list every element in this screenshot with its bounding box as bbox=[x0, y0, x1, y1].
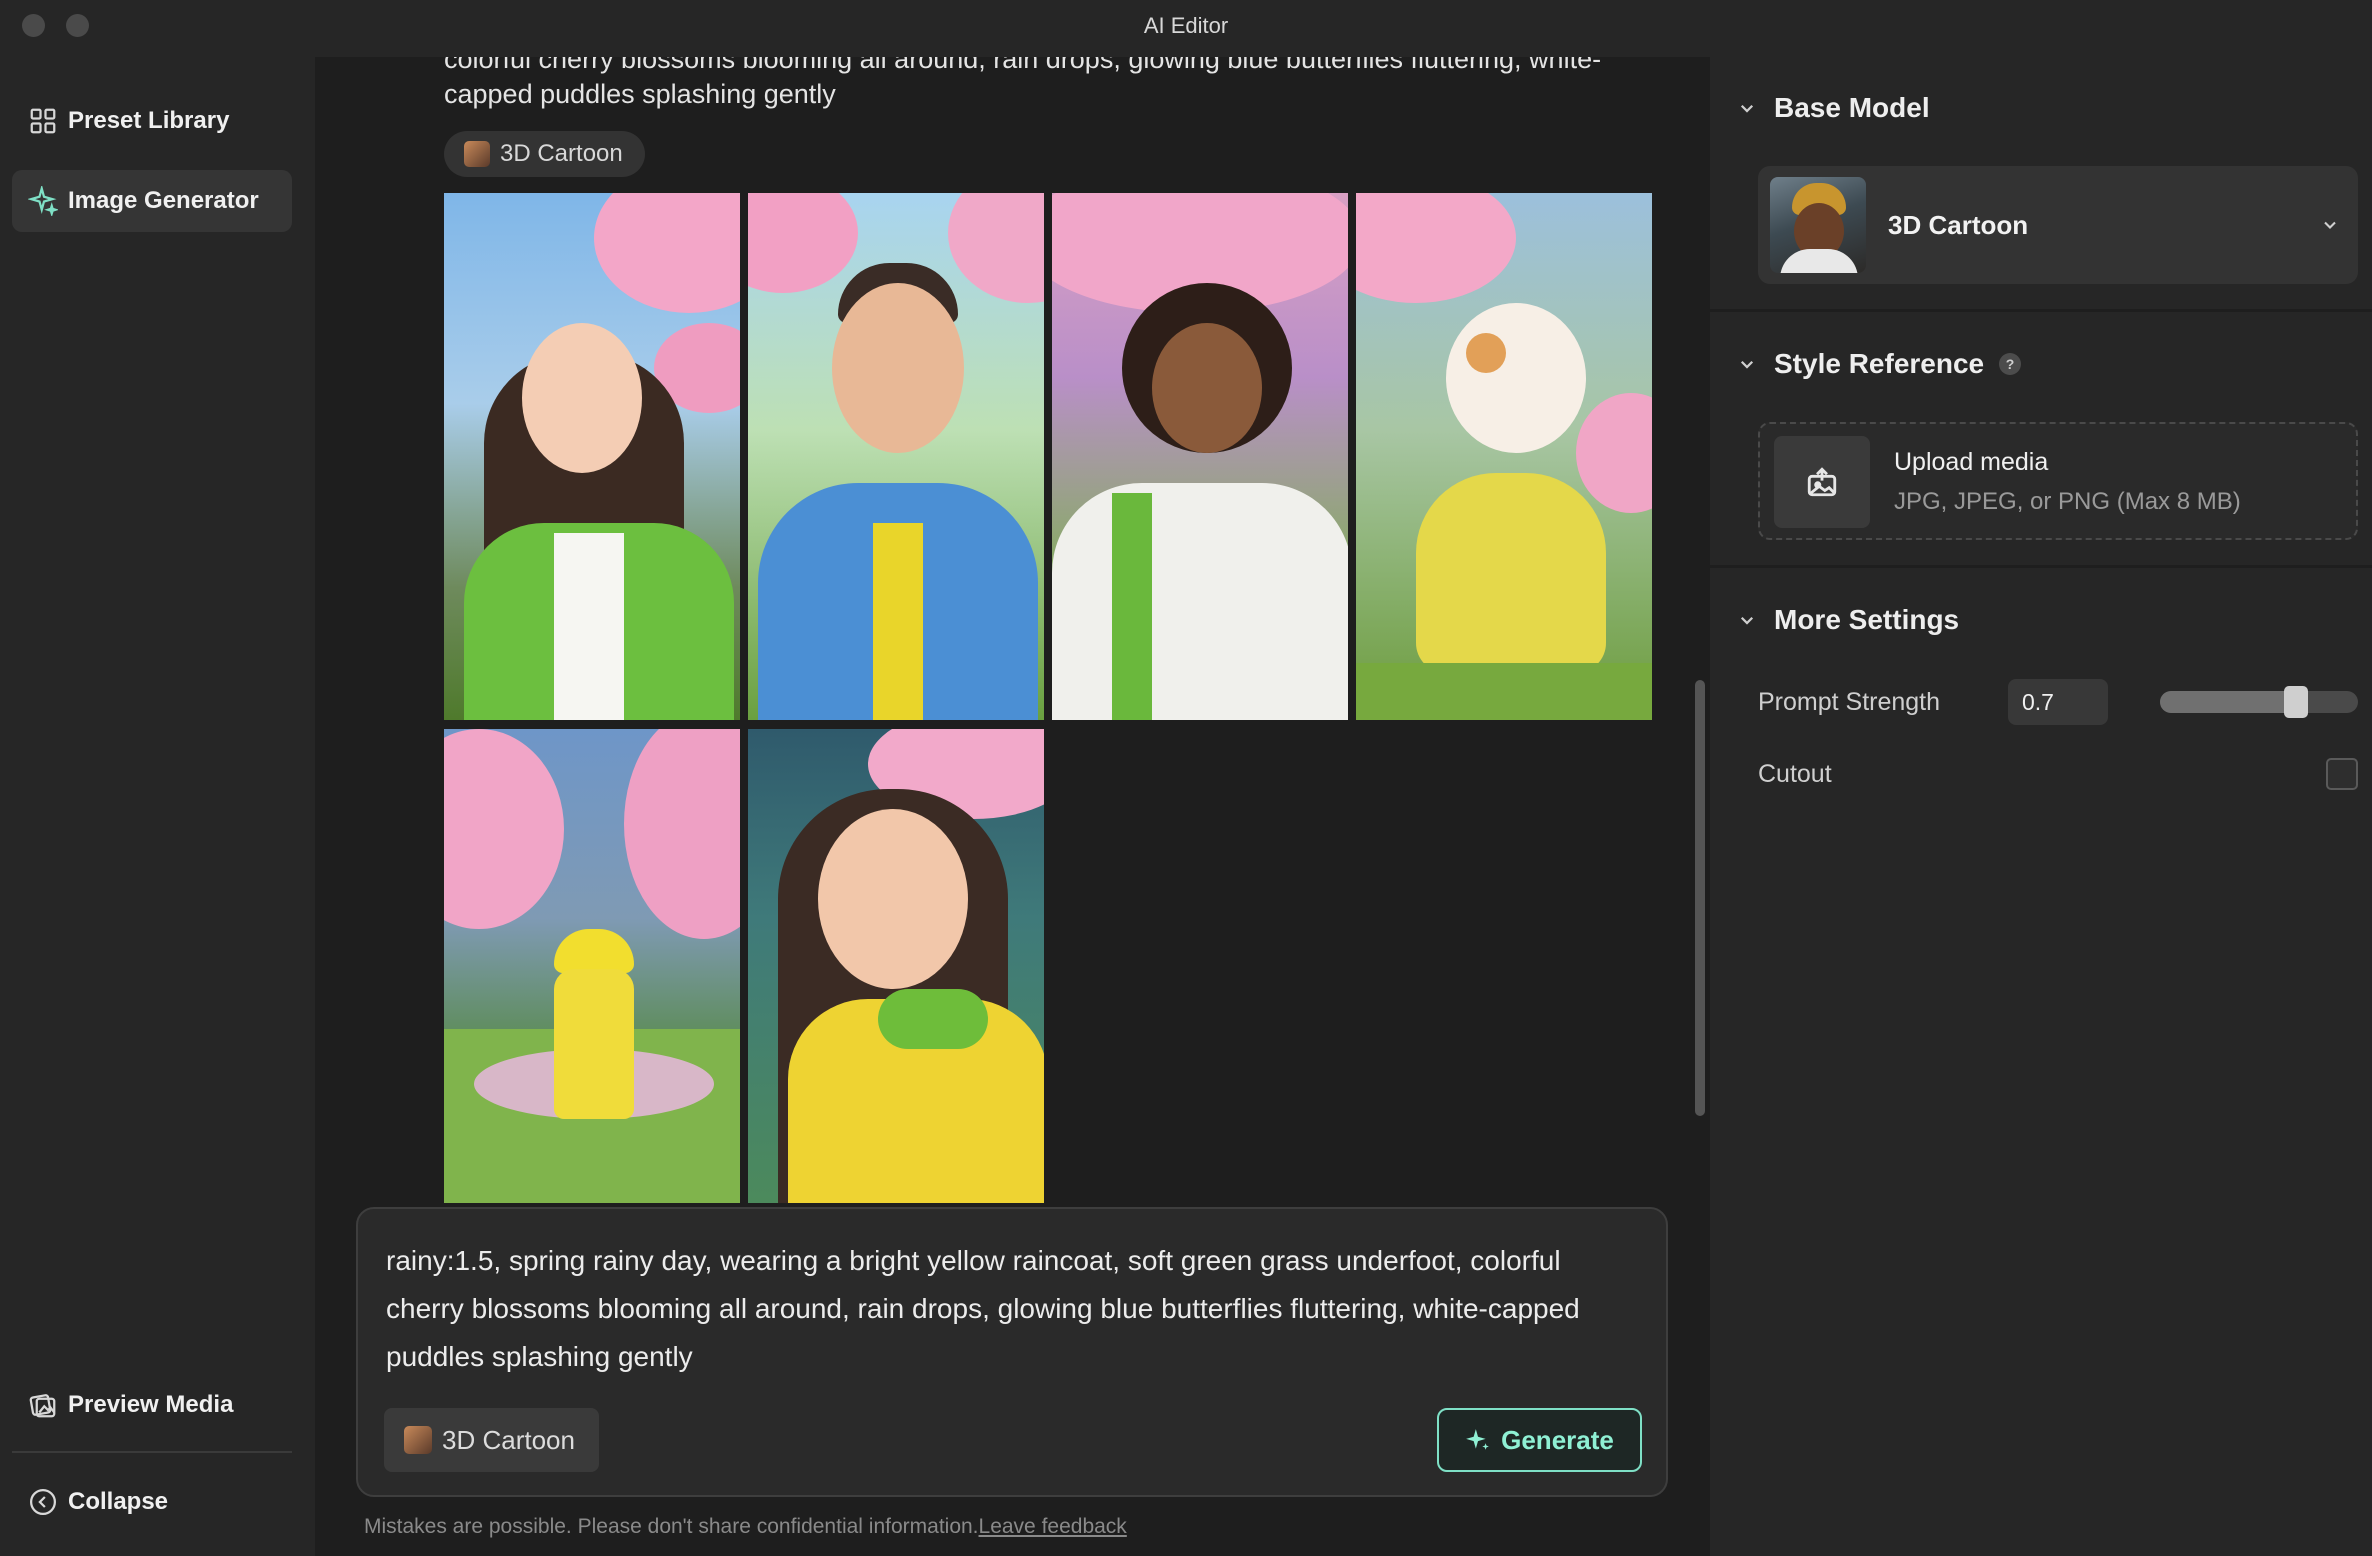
upload-media-dropzone[interactable]: Upload media JPG, JPEG, or PNG (Max 8 MB… bbox=[1758, 422, 2358, 540]
section-heading: Style Reference bbox=[1774, 348, 1985, 379]
upload-icon-box bbox=[1774, 436, 1870, 528]
style-avatar-icon bbox=[464, 141, 490, 167]
section-heading: Base Model bbox=[1774, 92, 1930, 123]
prompt-strength-slider[interactable] bbox=[2160, 691, 2358, 713]
section-heading: More Settings bbox=[1774, 604, 1960, 635]
generated-image-6[interactable] bbox=[748, 729, 1044, 1203]
upload-title: Upload media bbox=[1894, 448, 2049, 476]
cutout-label: Cutout bbox=[1758, 760, 1832, 788]
chevron-down-icon bbox=[1740, 360, 1754, 369]
composer-style-chip[interactable]: 3D Cartoon bbox=[384, 1408, 599, 1472]
cutout-checkbox[interactable] bbox=[2326, 758, 2358, 790]
style-chip-label: 3D Cartoon bbox=[500, 140, 623, 167]
base-model-section-toggle[interactable]: Base Model bbox=[1738, 92, 1930, 124]
sidebar-item-label: Collapse bbox=[68, 1488, 169, 1515]
base-model-name: 3D Cartoon bbox=[1888, 209, 2029, 240]
sparkle-icon bbox=[28, 186, 58, 216]
base-model-select[interactable]: 3D Cartoon bbox=[1758, 166, 2358, 284]
model-avatar bbox=[1770, 177, 1866, 273]
generated-image-2[interactable] bbox=[748, 193, 1044, 720]
prompt-input[interactable]: rainy:1.5, spring rainy day, wearing a b… bbox=[386, 1237, 1626, 1381]
sidebar-item-preset-library[interactable]: Preset Library bbox=[12, 90, 292, 152]
prompt-strength-label: Prompt Strength bbox=[1758, 688, 1941, 716]
sidebar-divider bbox=[12, 1451, 292, 1453]
section-divider bbox=[1710, 309, 2372, 312]
generated-image-5[interactable] bbox=[444, 729, 740, 1203]
more-settings-section-toggle[interactable]: More Settings bbox=[1738, 604, 1959, 636]
chevron-down-icon bbox=[2324, 221, 2336, 229]
prompt-composer: rainy:1.5, spring rainy day, wearing a b… bbox=[356, 1207, 1668, 1497]
generated-image-1[interactable] bbox=[444, 193, 740, 720]
chevron-down-icon bbox=[1740, 104, 1754, 113]
main-scrollbar[interactable] bbox=[1695, 680, 1705, 1116]
previous-style-chip[interactable]: 3D Cartoon bbox=[444, 131, 645, 177]
sidebar-item-label: Image Generator bbox=[68, 187, 259, 214]
previous-prompt-text: colorful cherry blossoms blooming all ar… bbox=[444, 57, 1602, 109]
slider-fill bbox=[2160, 691, 2299, 713]
slider-handle[interactable] bbox=[2284, 686, 2308, 718]
style-reference-section-toggle[interactable]: Style Reference ? bbox=[1738, 348, 2022, 380]
sidebar: Preset Library Image Generator Preview M… bbox=[0, 57, 315, 1556]
generated-image-3[interactable] bbox=[1052, 193, 1348, 720]
chevron-down-icon bbox=[1740, 616, 1754, 625]
generated-image-4[interactable] bbox=[1356, 193, 1652, 720]
disclaimer-text: Mistakes are possible. Please don't shar… bbox=[364, 1515, 979, 1538]
generate-label: Generate bbox=[1501, 1424, 1614, 1455]
sidebar-item-collapse[interactable]: Collapse bbox=[12, 1471, 292, 1533]
settings-panel: Base Model 3D Cartoon Style Reference ? … bbox=[1710, 0, 2372, 1556]
collapse-icon bbox=[30, 1489, 56, 1515]
sparkle-icon bbox=[1466, 1429, 1489, 1450]
help-icon[interactable]: ? bbox=[1998, 352, 2022, 376]
svg-text:?: ? bbox=[2006, 356, 2015, 372]
section-divider bbox=[1710, 565, 2372, 568]
prompt-strength-input[interactable]: 0.7 bbox=[2008, 679, 2108, 725]
grid-icon bbox=[30, 108, 56, 134]
upload-hint: JPG, JPEG, or PNG (Max 8 MB) bbox=[1894, 488, 2241, 515]
sidebar-item-preview-media[interactable]: Preview Media bbox=[12, 1374, 292, 1436]
generate-button[interactable]: Generate bbox=[1437, 1408, 1642, 1472]
sidebar-item-label: Preview Media bbox=[68, 1391, 234, 1418]
style-chip-label: 3D Cartoon bbox=[442, 1424, 575, 1455]
sidebar-item-label: Preset Library bbox=[68, 107, 230, 134]
preview-media-icon bbox=[29, 1394, 56, 1418]
sidebar-item-image-generator[interactable]: Image Generator bbox=[12, 170, 292, 232]
upload-image-icon bbox=[1807, 467, 1837, 497]
leave-feedback-link[interactable]: Leave feedback bbox=[979, 1515, 1127, 1538]
disclaimer: Mistakes are possible. Please don't shar… bbox=[364, 1515, 1127, 1539]
style-avatar-icon bbox=[404, 1426, 432, 1454]
